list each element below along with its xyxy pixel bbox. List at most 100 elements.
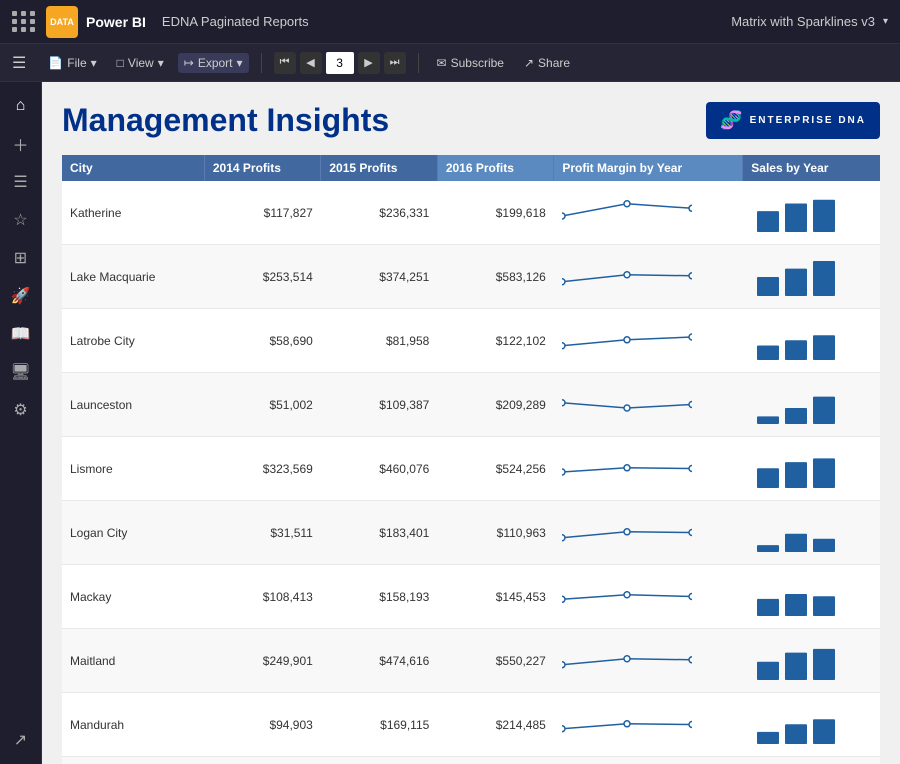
next-page-button[interactable]: ▶ — [358, 52, 380, 74]
share-icon: ↗ — [524, 56, 534, 70]
sparkline-svg — [562, 573, 692, 618]
cell-2016-profit: $583,126 — [437, 245, 553, 309]
report-title: Management Insights — [62, 102, 389, 139]
cell-2015-profit: $374,251 — [321, 245, 437, 309]
cell-2015-profit: $109,387 — [321, 373, 437, 437]
header-sales-by-year: Sales by Year — [743, 155, 880, 181]
header-2015-profits: 2015 Profits — [321, 155, 437, 181]
bar-chart-svg — [751, 250, 841, 300]
cell-city: Latrobe City — [62, 309, 204, 373]
cell-sparkline — [554, 245, 743, 309]
cell-city: Maryborough — [62, 757, 204, 764]
cell-2014-profit: $249,901 — [204, 629, 320, 693]
hamburger-icon[interactable]: ☰ — [12, 53, 26, 73]
header-profit-margin: Profit Margin by Year — [554, 155, 743, 181]
sparkline-svg — [562, 637, 692, 682]
cell-sparkline — [554, 629, 743, 693]
report-name: EDNA Paginated Reports — [162, 14, 309, 29]
toolbar-separator — [261, 53, 262, 73]
file-button[interactable]: 📄 File ▾ — [42, 53, 102, 73]
sidebar-star-icon[interactable]: ☆ — [5, 204, 37, 236]
view-chevron: ▾ — [158, 56, 164, 70]
cell-2014-profit: $323,569 — [204, 437, 320, 501]
cell-city: Lismore — [62, 437, 204, 501]
bar-chart-svg — [751, 698, 841, 748]
table-row: Maitland$249,901$474,616$550,227 — [62, 629, 880, 693]
cell-city: Maitland — [62, 629, 204, 693]
sidebar-monitor-icon[interactable]: 🖥 — [5, 356, 37, 388]
sparkline-svg — [562, 509, 692, 554]
logo-text: ENTERPRISE DNA — [750, 115, 866, 126]
cell-bar-chart — [743, 629, 880, 693]
cell-2015-profit: $169,115 — [321, 693, 437, 757]
table-row: Logan City$31,511$183,401$110,963 — [62, 501, 880, 565]
cell-2016-profit: $209,289 — [437, 373, 553, 437]
table-row: Latrobe City$58,690$81,958$122,102 — [62, 309, 880, 373]
cell-sparkline — [554, 181, 743, 245]
cell-bar-chart — [743, 373, 880, 437]
cell-2015-profit: $194,048 — [321, 757, 437, 764]
sparkline-svg — [562, 253, 692, 298]
bar-chart-svg — [751, 378, 841, 428]
header-city: City — [62, 155, 204, 181]
first-page-button[interactable]: ⏮ — [274, 52, 296, 74]
cell-2016-profit: $199,618 — [437, 181, 553, 245]
cell-city: Katherine — [62, 181, 204, 245]
last-page-button[interactable]: ⏭ — [384, 52, 406, 74]
table-header-row: City 2014 Profits 2015 Profits 2016 Prof… — [62, 155, 880, 181]
subscribe-button[interactable]: ✉ Subscribe — [431, 53, 510, 73]
cell-sparkline — [554, 757, 743, 764]
cell-2015-profit: $460,076 — [321, 437, 437, 501]
cell-city: Launceston — [62, 373, 204, 437]
header-2016-profits: 2016 Profits — [437, 155, 553, 181]
sparkline-svg — [562, 445, 692, 490]
sidebar-settings-icon[interactable]: ⚙ — [5, 394, 37, 426]
sidebar-home-icon[interactable]: ⌂ — [5, 90, 37, 122]
cell-bar-chart — [743, 181, 880, 245]
sidebar-expand-icon[interactable]: ↗ — [5, 724, 37, 756]
share-button[interactable]: ↗ Share — [518, 53, 576, 73]
apps-grid[interactable] — [12, 11, 36, 32]
prev-page-button[interactable]: ◀ — [300, 52, 322, 74]
cell-city: Mackay — [62, 565, 204, 629]
cell-2014-profit: $51,002 — [204, 373, 320, 437]
cell-2014-profit: $31,511 — [204, 501, 320, 565]
cell-2014-profit: $117,827 — [204, 181, 320, 245]
cell-2015-profit: $474,616 — [321, 629, 437, 693]
cell-sparkline — [554, 437, 743, 501]
sparkline-svg — [562, 317, 692, 362]
cell-bar-chart — [743, 437, 880, 501]
cell-2016-profit: $122,102 — [437, 309, 553, 373]
sidebar-metrics-icon[interactable]: 📖 — [5, 318, 37, 350]
sidebar-reports-icon[interactable]: ☰ — [5, 166, 37, 198]
cell-2016-profit: $108,591 — [437, 757, 553, 764]
sparkline-svg — [562, 189, 692, 234]
page-number: 3 — [326, 52, 354, 74]
cell-city: Logan City — [62, 501, 204, 565]
report-header: Management Insights 🧬 ENTERPRISE DNA — [62, 102, 880, 139]
bar-chart-svg — [751, 442, 841, 492]
cell-2015-profit: $158,193 — [321, 565, 437, 629]
bar-chart-svg — [751, 186, 841, 236]
cell-sparkline — [554, 565, 743, 629]
toolbar-separator2 — [418, 53, 419, 73]
cell-city: Lake Macquarie — [62, 245, 204, 309]
dna-logo-icon: 🧬 — [720, 110, 743, 131]
header-2014-profits: 2014 Profits — [204, 155, 320, 181]
view-button[interactable]: □ View ▾ — [111, 53, 170, 73]
sidebar-learn-icon[interactable]: 🚀 — [5, 280, 37, 312]
cell-bar-chart — [743, 757, 880, 764]
chevron-down-icon[interactable]: ▾ — [883, 16, 888, 27]
top-bar: DATA Power BI EDNA Paginated Reports Mat… — [0, 0, 900, 44]
cell-bar-chart — [743, 245, 880, 309]
bar-chart-svg — [751, 314, 841, 364]
table-row: Launceston$51,002$109,387$209,289 — [62, 373, 880, 437]
product-label: Power BI — [86, 14, 146, 30]
cell-2014-profit: $58,690 — [204, 309, 320, 373]
table-row: Lake Macquarie$253,514$374,251$583,126 — [62, 245, 880, 309]
file-chevron: ▾ — [91, 56, 97, 70]
table-row: Maryborough$75,970$194,048$108,591 — [62, 757, 880, 764]
sidebar-apps-icon[interactable]: ⊞ — [5, 242, 37, 274]
export-button[interactable]: ↦ Export ▾ — [178, 53, 249, 73]
sidebar-add-icon[interactable]: ＋ — [5, 128, 37, 160]
